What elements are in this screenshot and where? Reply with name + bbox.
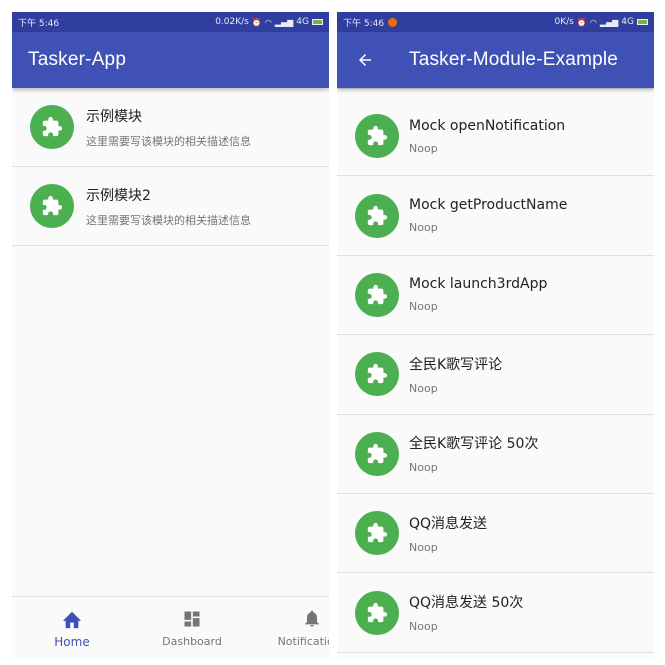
status-time: 下午 5:46 <box>18 18 60 29</box>
wifi-icon: ◠ <box>264 17 272 27</box>
task-item[interactable]: Mock launch3rdApp Noop <box>337 256 654 336</box>
app-bar: Tasker-Module-Example <box>337 32 654 88</box>
task-item[interactable]: QQ消息发送 50次 Noop <box>337 573 654 653</box>
puzzle-icon <box>30 184 74 228</box>
app-bar: Tasker-App <box>12 32 329 88</box>
signal-icon: ▂▄▆ <box>274 17 294 27</box>
network-type: 4G <box>296 17 309 27</box>
task-item[interactable]: Mock getProductName Noop <box>337 176 654 256</box>
dashboard-icon <box>182 607 202 629</box>
task-subtitle: Noop <box>409 540 438 554</box>
alarm-icon: ⏰ <box>576 17 587 27</box>
nav-notifications-label: Notifications <box>277 635 329 648</box>
phone-screen-left: 下午 5:46 0.02K/s ⏰ ◠ ▂▄▆ 4G Tasker-App 示例… <box>12 12 329 658</box>
task-title: QQ消息发送 <box>409 515 488 532</box>
module-item[interactable]: 示例模块 这里需要写该模块的相关描述信息 <box>12 88 329 167</box>
module-title: 示例模块 <box>86 108 142 125</box>
task-item[interactable]: Mock openNotification Noop <box>337 97 654 177</box>
app-title: Tasker-App <box>28 49 127 70</box>
module-item[interactable]: 示例模块2 这里需要写该模块的相关描述信息 <box>12 167 329 246</box>
bell-icon <box>302 607 322 629</box>
screenshot-frame: 下午 5:46 0.02K/s ⏰ ◠ ▂▄▆ 4G Tasker-App 示例… <box>0 0 665 665</box>
module-list: 示例模块 这里需要写该模块的相关描述信息 示例模块2 这里需要写该模块的相关描述… <box>12 88 329 246</box>
nav-dashboard-label: Dashboard <box>162 635 222 648</box>
task-subtitle: Noop <box>409 620 438 634</box>
task-title: Mock openNotification <box>409 117 566 134</box>
task-subtitle: Noop <box>409 461 438 475</box>
nav-dashboard[interactable]: Dashboard <box>132 597 252 658</box>
battery-icon <box>312 19 323 25</box>
puzzle-icon <box>30 105 74 149</box>
status-bar: 下午 5:46 0.02K/s ⏰ ◠ ▂▄▆ 4G <box>12 12 329 32</box>
home-icon <box>61 607 83 629</box>
task-subtitle: Noop <box>409 300 438 314</box>
alarm-icon: ⏰ <box>251 17 262 27</box>
nav-home-label: Home <box>54 634 90 649</box>
task-subtitle: Noop <box>409 381 438 395</box>
task-title: Mock getProductName <box>409 197 568 214</box>
puzzle-icon <box>355 193 399 238</box>
puzzle-icon <box>355 352 399 397</box>
status-bar: 下午 5:46 0K/s ⏰ ◠ ▂▄▆ 4G <box>337 12 654 32</box>
module-description: 这里需要写该模块的相关描述信息 <box>86 213 251 227</box>
puzzle-icon <box>355 511 399 556</box>
puzzle-icon <box>355 114 399 159</box>
puzzle-icon <box>355 590 399 635</box>
notification-app-icon <box>388 17 398 27</box>
task-title: 全民K歌写评论 <box>409 356 503 373</box>
task-item[interactable]: 全民K歌写评论 Noop <box>337 335 654 415</box>
network-speed: 0K/s <box>554 17 574 27</box>
puzzle-icon <box>355 272 399 317</box>
app-title: Tasker-Module-Example <box>409 49 619 70</box>
task-item[interactable]: 全民K歌写评论 50次 Noop <box>337 415 654 494</box>
nav-notifications[interactable]: Notifications <box>252 597 329 658</box>
network-speed: 0.02K/s <box>215 17 249 27</box>
signal-icon: ▂▄▆ <box>599 17 619 27</box>
puzzle-icon <box>355 431 399 476</box>
module-description: 这里需要写该模块的相关描述信息 <box>86 134 251 148</box>
module-title: 示例模块2 <box>86 187 151 204</box>
task-item[interactable]: QQ消息发送 Noop <box>337 494 654 574</box>
task-title: 全民K歌写评论 50次 <box>409 436 539 453</box>
battery-icon <box>637 19 648 25</box>
arrow-back-icon <box>359 54 371 66</box>
status-time: 下午 5:46 <box>343 18 385 29</box>
wifi-icon: ◠ <box>589 17 597 27</box>
back-button[interactable] <box>337 32 393 88</box>
task-subtitle: Noop <box>409 141 438 155</box>
nav-home[interactable]: Home <box>12 597 132 658</box>
phone-screen-right: 下午 5:46 0K/s ⏰ ◠ ▂▄▆ 4G Tasker-Module-Ex… <box>337 12 654 658</box>
task-title: Mock launch3rdApp <box>409 276 548 293</box>
task-list: Mock openNotification Noop Mock getProdu… <box>337 88 654 653</box>
network-type: 4G <box>621 17 634 27</box>
task-title: QQ消息发送 50次 <box>409 595 524 612</box>
bottom-navigation: Home Dashboard Notifications <box>12 596 329 658</box>
task-subtitle: Noop <box>409 221 438 235</box>
